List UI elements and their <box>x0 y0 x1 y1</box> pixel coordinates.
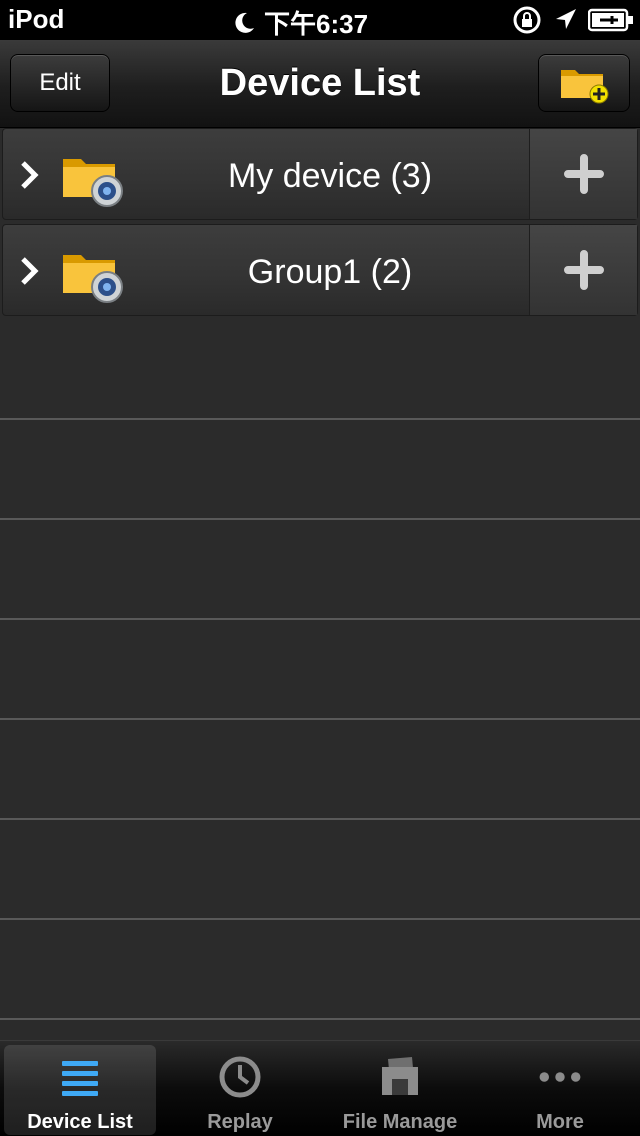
camera-folder-icon <box>63 255 123 303</box>
list-separator <box>0 618 640 620</box>
status-bar: iPod 下午6:37 <box>0 0 640 40</box>
tab-bar: Device List Replay File Manage More <box>0 1040 640 1136</box>
camera-folder-icon <box>63 159 123 207</box>
tab-more[interactable]: More <box>484 1045 636 1135</box>
tab-label: File Manage <box>342 1111 458 1133</box>
navigation-bar: Edit Device List <box>0 40 640 128</box>
list-icon <box>62 1061 98 1096</box>
battery-charging-icon <box>588 8 633 32</box>
device-group-row[interactable]: Group1 (2) <box>2 224 638 316</box>
location-arrow-icon <box>556 9 576 29</box>
moon-icon <box>235 12 254 33</box>
device-group-label: My device (3) <box>227 157 433 195</box>
chevron-right-icon <box>21 257 39 285</box>
tab-label: Device List <box>27 1111 133 1133</box>
add-device-button[interactable] <box>529 129 637 219</box>
list-separator <box>0 818 640 820</box>
add-group-button[interactable] <box>538 54 630 112</box>
tab-device-list[interactable]: Device List <box>4 1045 156 1135</box>
list-separator <box>0 418 640 420</box>
status-time: 下午6:37 <box>264 9 369 39</box>
list-separator <box>0 718 640 720</box>
plus-icon <box>563 250 604 290</box>
files-icon <box>382 1057 418 1095</box>
device-group-label: Group1 (2) <box>247 253 413 291</box>
list-separator <box>0 1018 640 1020</box>
tab-replay[interactable]: Replay <box>164 1045 316 1135</box>
add-folder-icon <box>561 70 609 104</box>
tab-label: More <box>536 1111 584 1133</box>
add-device-button[interactable] <box>529 225 637 315</box>
status-device-name: iPod <box>8 4 65 34</box>
list-separator <box>0 918 640 920</box>
chevron-right-icon <box>21 161 39 189</box>
clock-icon <box>219 1056 261 1098</box>
plus-icon <box>563 154 604 194</box>
rotation-lock-icon <box>513 6 541 34</box>
device-group-row[interactable]: My device (3) <box>2 128 638 220</box>
tab-label: Replay <box>207 1111 273 1133</box>
more-dots-icon <box>539 1072 581 1082</box>
tab-file-manage[interactable]: File Manage <box>324 1045 476 1135</box>
list-separator <box>0 518 640 520</box>
